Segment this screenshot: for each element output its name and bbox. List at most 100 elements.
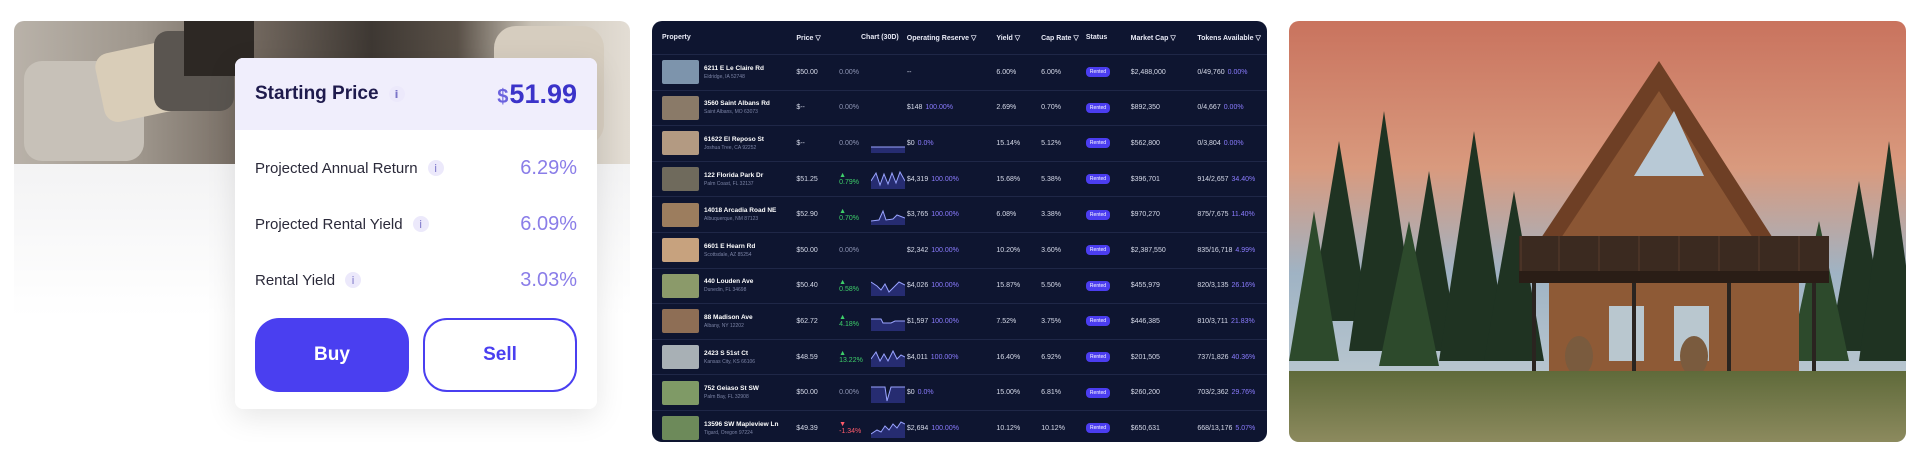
table-row[interactable]: 14018 Arcadia Road NE Albuquerque, NM 87…: [652, 196, 1267, 232]
property-address: Albany, NY 12202: [704, 322, 744, 329]
property-thumbnail[interactable]: [662, 345, 699, 370]
table-row[interactable]: 6601 E Hearn Rd Scottsdale, AZ 85254 $50…: [652, 231, 1267, 268]
property-cell[interactable]: 13596 SW Mapleview Ln Tigard, Oregon 972…: [662, 416, 796, 441]
property-cell[interactable]: 2423 S 51st Ct Kansas City, KS 66106: [662, 345, 796, 370]
info-icon[interactable]: i: [427, 160, 444, 176]
property-name[interactable]: 122 Florida Park Dr: [704, 172, 763, 179]
tokens-cell: 820/3,135 26.16%: [1197, 282, 1256, 290]
sparkline: [871, 386, 905, 403]
status-cell: Rented: [1085, 67, 1131, 78]
stat-projected-rental-yield: Projected Rental Yield i 6.09%: [255, 212, 577, 235]
table-row[interactable]: 2423 S 51st Ct Kansas City, KS 66106 $48…: [652, 338, 1267, 375]
property-cell[interactable]: 752 Geiaso St SW Palm Bay, FL 32908: [662, 380, 796, 405]
triangle-up-icon: ▲: [839, 314, 847, 322]
property-cell[interactable]: 6601 E Hearn Rd Scottsdale, AZ 85254: [662, 238, 796, 263]
property-name[interactable]: 14018 Arcadia Road NE: [704, 207, 776, 214]
property-thumbnail[interactable]: [662, 202, 699, 227]
table-row[interactable]: 122 Florida Park Dr Palm Coast, FL 32137…: [652, 160, 1267, 197]
header-tokens-available[interactable]: Tokens Available ▽: [1197, 34, 1267, 42]
price-panel: Starting Price i $51.99 Projected Annual…: [14, 21, 630, 442]
stat-rental-yield: Rental Yield i 3.03%: [255, 268, 577, 291]
property-thumbnail[interactable]: [662, 309, 699, 334]
property-address: Kansas City, KS 66106: [704, 358, 756, 365]
price-card: Starting Price i $51.99 Projected Annual…: [235, 58, 597, 409]
property-thumbnail[interactable]: [662, 238, 699, 263]
status-badge: Rented: [1085, 245, 1111, 256]
status-cell: Rented: [1085, 174, 1131, 185]
yield-cell: 10.12%: [996, 424, 1021, 432]
info-icon[interactable]: i: [412, 216, 429, 232]
status-badge: Rented: [1085, 102, 1111, 113]
yield-cell: 10.20%: [996, 246, 1021, 254]
cap-rate-cell: 3.75%: [1041, 317, 1061, 325]
starting-price-label: Starting Price i: [255, 83, 405, 105]
header-market-cap[interactable]: Market Cap ▽: [1131, 34, 1198, 42]
property-name[interactable]: 2423 S 51st Ct: [704, 350, 755, 357]
property-thumbnail[interactable]: [662, 95, 699, 120]
status-badge: Rented: [1085, 280, 1111, 291]
property-cell[interactable]: 122 Florida Park Dr Palm Coast, FL 32137: [662, 167, 796, 192]
info-icon[interactable]: i: [345, 272, 362, 288]
property-cell[interactable]: 14018 Arcadia Road NE Albuquerque, NM 87…: [662, 202, 796, 227]
property-thumbnail[interactable]: [662, 131, 699, 156]
market-cap-cell: $396,701: [1130, 175, 1160, 183]
price-cell: $50.00: [796, 68, 818, 76]
operating-reserve-cell: $4,026 100.00%: [906, 282, 959, 290]
status-badge: Rented: [1085, 67, 1111, 78]
table-row[interactable]: 440 Louden Ave Dunedin, FL 34698 $50.40 …: [652, 267, 1267, 304]
yield-cell: 15.00%: [996, 389, 1021, 397]
property-name[interactable]: 88 Madison Ave: [704, 314, 753, 321]
property-thumbnail[interactable]: [662, 60, 699, 85]
property-name[interactable]: 440 Louden Ave: [704, 278, 753, 285]
property-thumbnail[interactable]: [662, 167, 699, 192]
property-name[interactable]: 6211 E Le Claire Rd: [704, 65, 764, 72]
table-row[interactable]: 752 Geiaso St SW Palm Bay, FL 32908 $50.…: [652, 374, 1267, 410]
header-yield[interactable]: Yield ▽: [996, 34, 1041, 42]
property-address: Eldridge, IA 52748: [704, 73, 745, 80]
sell-button[interactable]: Sell: [422, 318, 577, 392]
price-cell: $62.72: [796, 317, 818, 325]
property-name[interactable]: 61622 El Reposo St: [704, 136, 764, 143]
property-cell[interactable]: 6211 E Le Claire Rd Eldridge, IA 52748: [662, 60, 796, 85]
table-row[interactable]: 13596 SW Mapleview Ln Tigard, Oregon 972…: [652, 409, 1267, 442]
price-cell: $--: [796, 139, 805, 147]
property-name[interactable]: 6601 E Hearn Rd: [704, 243, 755, 250]
info-icon[interactable]: i: [388, 86, 405, 102]
header-operating-reserve[interactable]: Operating Reserve ▽: [907, 34, 997, 42]
operating-reserve-cell: $1,597 100.00%: [906, 317, 959, 325]
header-cap-rate[interactable]: Cap Rate ▽: [1041, 34, 1086, 42]
tokens-cell: 835/16,718 4.99%: [1197, 246, 1256, 254]
yield-cell: 7.52%: [996, 317, 1017, 325]
market-cap-cell: $650,631: [1130, 424, 1160, 432]
table-row[interactable]: 3560 Saint Albans Rd Saint Albans, MO 63…: [652, 89, 1267, 126]
property-thumbnail[interactable]: [662, 416, 699, 441]
table-row[interactable]: 88 Madison Ave Albany, NY 12202 $62.72 ▲…: [652, 303, 1267, 339]
cap-rate-cell: 5.38%: [1041, 175, 1061, 183]
triangle-up-icon: ▲: [839, 207, 847, 215]
sparkline: [871, 318, 905, 332]
header-price[interactable]: Price ▽: [796, 34, 861, 42]
table-row[interactable]: 6211 E Le Claire Rd Eldridge, IA 52748 $…: [652, 54, 1267, 90]
status-cell: Rented: [1085, 423, 1131, 434]
property-name[interactable]: 3560 Saint Albans Rd: [704, 100, 770, 107]
tokens-cell: 737/1,826 40.36%: [1197, 353, 1256, 361]
market-cap-cell: $2,387,550: [1130, 246, 1166, 254]
price-change: ▲ 4.18%: [839, 314, 859, 329]
property-name[interactable]: 13596 SW Mapleview Ln: [704, 421, 778, 428]
header-status: Status: [1085, 34, 1108, 41]
price-cell: $52.90: [796, 211, 818, 219]
price-cell: $50.00: [796, 246, 818, 254]
property-name[interactable]: 752 Geiaso St SW: [704, 385, 759, 392]
property-cell[interactable]: 3560 Saint Albans Rd Saint Albans, MO 63…: [662, 95, 796, 120]
property-thumbnail[interactable]: [662, 273, 699, 298]
property-cell[interactable]: 440 Louden Ave Dunedin, FL 34698: [662, 273, 796, 298]
tokens-cell: 0/49,760 0.00%: [1197, 68, 1248, 76]
chart-cell: [861, 133, 907, 154]
sparkline: [871, 146, 905, 154]
property-cell[interactable]: 61622 El Reposo St Joshua Tree, CA 92252: [662, 131, 796, 156]
table-row[interactable]: 61622 El Reposo St Joshua Tree, CA 92252…: [652, 125, 1267, 161]
sparkline: [871, 170, 905, 190]
buy-button[interactable]: Buy: [255, 318, 409, 392]
property-thumbnail[interactable]: [662, 380, 699, 405]
property-cell[interactable]: 88 Madison Ave Albany, NY 12202: [662, 309, 796, 334]
